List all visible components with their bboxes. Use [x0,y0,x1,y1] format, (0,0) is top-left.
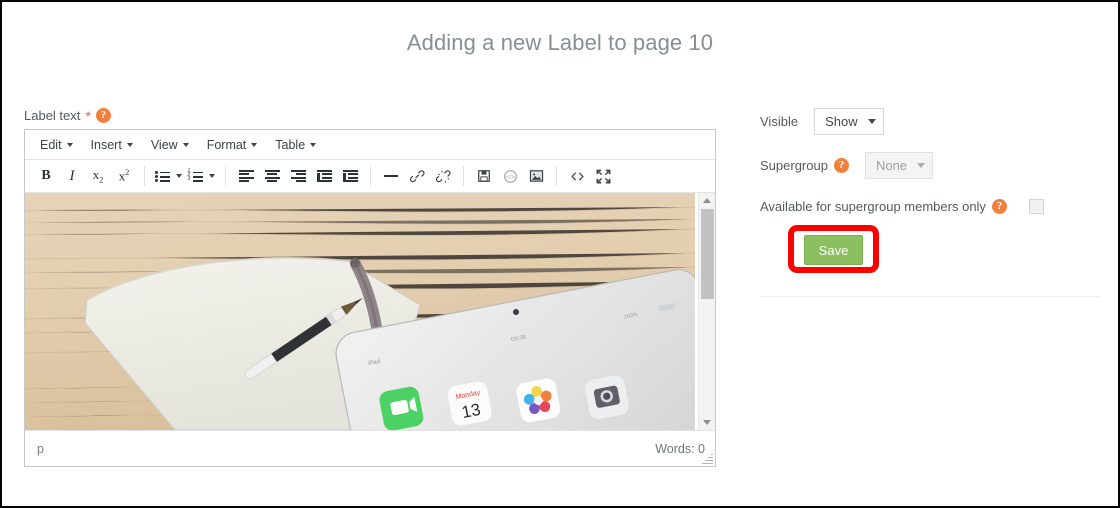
visible-select-value: Show [825,113,858,129]
editor-toolbar: B I x2 x2 1 2 3 </> [25,160,715,193]
scroll-up-icon[interactable] [703,198,711,203]
supergroup-label: Supergroup ? [760,157,849,173]
unlink-icon[interactable] [430,164,456,188]
menu-edit[interactable]: Edit [34,135,82,155]
members-only-label: Available for supergroup members only ? [760,198,1007,214]
menu-format[interactable]: Format [201,135,267,155]
visible-select[interactable]: Show [814,107,884,135]
italic-icon[interactable]: I [59,164,85,188]
align-center-icon[interactable] [259,164,285,188]
label-text-field-label: Label text * ? [24,107,720,124]
bullet-list-icon[interactable] [152,164,172,188]
inserted-photo[interactable]: iPad 09:38 100% FaceTime [25,193,695,430]
chevron-down-icon [182,142,189,147]
fullscreen-icon[interactable] [590,164,616,188]
word-count: Words: 0 [655,441,705,456]
menu-edit-label: Edit [40,137,62,152]
members-only-label-text: Available for supergroup members only [760,198,986,214]
editor-content-area[interactable]: iPad 09:38 100% FaceTime [25,193,715,430]
editor-menubar: Edit Insert View Format Table [25,130,715,160]
bullet-list-options-icon[interactable] [172,164,185,188]
numbered-list-icon[interactable]: 1 2 3 [185,164,205,188]
horizontal-rule-icon[interactable] [378,164,404,188]
outdent-icon[interactable] [311,164,337,188]
settings-panel: Visible Show Supergroup ? None Available… [760,107,1100,273]
editor-resize-handle[interactable] [702,453,713,464]
menu-table[interactable]: Table [269,135,325,155]
manage-files-icon[interactable] [471,164,497,188]
settings-divider [760,296,1100,297]
required-asterisk: * [85,107,91,124]
supergroup-label-text: Supergroup [760,157,828,173]
chevron-down-icon [126,142,133,147]
menu-table-label: Table [275,137,306,152]
bold-icon[interactable]: B [33,164,59,188]
menu-format-label: Format [206,137,247,152]
superscript-icon[interactable]: x2 [111,164,137,188]
supergroup-select[interactable]: None [864,151,934,179]
screenshot-root: Adding a new Label to page 10 Label text… [0,0,1120,508]
menu-view[interactable]: View [145,135,198,155]
toolbar-separator [556,166,557,186]
chevron-down-icon [310,142,317,147]
toolbar-separator [225,166,226,186]
menu-insert-label: Insert [90,137,122,152]
save-button[interactable]: Save [804,235,863,265]
help-icon[interactable]: ? [95,108,111,123]
label-text-label-text: Label text [24,108,81,123]
rich-text-editor: Edit Insert View Format Table B I x2 x2 … [24,129,716,467]
insert-image-icon[interactable] [523,164,549,188]
members-only-checkbox[interactable] [1028,198,1044,214]
chevron-down-icon [251,142,258,147]
chevron-down-icon [867,118,876,124]
visible-row: Visible Show [760,107,1100,135]
menu-view-label: View [150,137,178,152]
toolbar-separator [463,166,464,186]
page-title: Adding a new Label to page 10 [406,30,714,55]
link-icon[interactable] [404,164,430,188]
help-icon[interactable]: ? [991,198,1007,214]
align-left-icon[interactable] [233,164,259,188]
members-only-row: Available for supergroup members only ? [760,195,1100,217]
menu-insert[interactable]: Insert [85,135,142,155]
supergroup-row: Supergroup ? None [760,151,1100,179]
editor-scrollbar[interactable] [698,193,715,430]
label-text-section: Label text * ? Edit Insert View Format T… [24,107,720,467]
insert-media-icon[interactable]: </> [497,164,523,188]
subscript-icon[interactable]: x2 [85,164,111,188]
toolbar-separator [370,166,371,186]
scrollbar-thumb[interactable] [701,209,714,299]
chevron-down-icon [66,142,73,147]
indent-icon[interactable] [337,164,363,188]
numbered-list-options-icon[interactable] [205,164,218,188]
visible-label: Visible [760,113,799,129]
svg-text:13: 13 [460,400,482,422]
source-code-icon[interactable] [564,164,590,188]
save-button-area: Save [788,225,880,273]
element-path[interactable]: p [37,442,44,456]
svg-text:</>: </> [506,174,515,180]
align-right-icon[interactable] [285,164,311,188]
chevron-down-icon [917,162,926,168]
scroll-down-icon[interactable] [703,420,711,425]
editor-statusbar: p Words: 0 [25,430,715,466]
supergroup-select-value: None [875,157,908,173]
help-icon[interactable]: ? [833,157,849,173]
toolbar-separator [144,166,145,186]
